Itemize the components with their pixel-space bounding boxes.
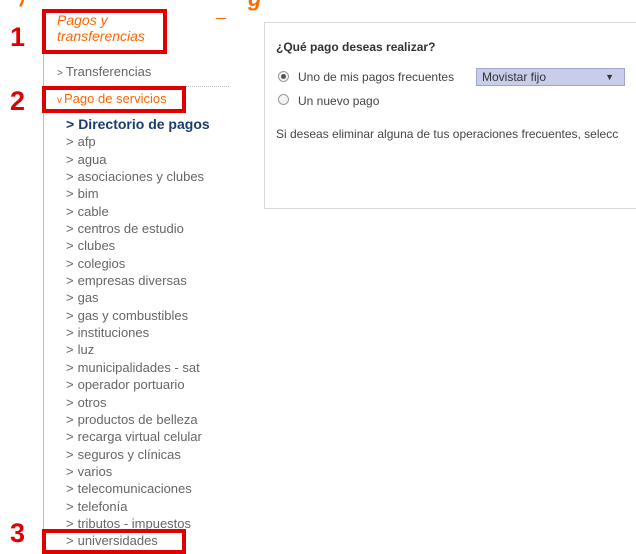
sub-item-label: agua — [77, 151, 107, 167]
chevron-right-icon: > — [66, 169, 74, 185]
sub-item-label: cable — [77, 203, 109, 219]
sub-item[interactable]: > telefonía — [66, 498, 241, 515]
radio-new-payment[interactable] — [278, 94, 289, 105]
sub-item-label: colegios — [77, 255, 126, 271]
info-text: Si deseas eliminar alguna de tus operaci… — [276, 127, 619, 141]
sub-item-label: gas — [77, 290, 99, 306]
chevron-right-icon: > — [66, 203, 74, 219]
chevron-right-icon: > — [66, 498, 74, 514]
sub-item[interactable]: > afp — [66, 133, 241, 150]
chevron-right-icon: > — [66, 429, 74, 445]
sub-item-label: luz — [77, 342, 95, 358]
sub-item[interactable]: > agua — [66, 151, 241, 168]
sub-item[interactable]: > municipalidades - sat — [66, 359, 241, 376]
sub-item-label: centros de estudio — [77, 221, 184, 237]
annotation-box — [42, 86, 186, 113]
annotation-number: 3 — [10, 518, 26, 548]
sub-item[interactable]: > colegios — [66, 255, 241, 272]
sub-item-label: varios — [77, 463, 113, 479]
chevron-right-icon: > — [66, 290, 74, 306]
panel-title: ¿Qué pago deseas realizar? — [276, 40, 436, 54]
chevron-right-icon: > — [66, 446, 74, 462]
sub-item[interactable]: > seguros y clínicas — [66, 446, 241, 463]
services-list: > Directorio de pagos > afp > agua > asociacion… — [66, 116, 241, 550]
chevron-right-icon: > — [66, 394, 74, 410]
chevron-right-icon: > — [66, 359, 74, 375]
sub-item-label: productos de belleza — [77, 411, 198, 427]
sub-item[interactable]: > otros — [66, 394, 241, 411]
sub-item-label: telecomunicaciones — [77, 481, 192, 497]
sub-item-label: otros — [77, 394, 107, 410]
chevron-right-icon: > — [66, 221, 74, 237]
chevron-right-icon: > — [66, 238, 74, 254]
sub-item[interactable]: > cable — [66, 203, 241, 220]
sub-item-directorio-de-pagos[interactable]: > Directorio de pagos — [66, 116, 241, 133]
chevron-right-icon: > — [66, 481, 74, 497]
chevron-right-icon: > — [66, 325, 74, 341]
sub-item[interactable]: > telecomunicaciones — [66, 480, 241, 497]
sub-item[interactable]: > clubes — [66, 237, 241, 254]
sub-item-label: gas y combustibles — [77, 307, 189, 323]
sub-item[interactable]: > bim — [66, 185, 241, 202]
frequent-payment-select[interactable]: Movistar fijo ▼ — [476, 68, 625, 86]
chevron-right-icon: > — [66, 151, 74, 167]
chevron-right-icon: > — [66, 411, 74, 427]
header-fragment-glyph: / — [20, 0, 26, 12]
annotation-number: 2 — [10, 86, 26, 116]
chevron-right-icon: > — [66, 116, 75, 132]
sub-item-label: instituciones — [77, 325, 150, 341]
sidebar-item-transferencias[interactable]: > Transferencias — [57, 64, 151, 82]
dropdown-arrow-icon: ▼ — [605, 72, 614, 82]
select-value: Movistar fijo — [482, 70, 547, 84]
chevron-right-icon: > — [57, 68, 63, 79]
sub-item-label: empresas diversas — [77, 273, 187, 289]
chevron-right-icon: > — [66, 377, 74, 393]
sub-item[interactable]: > recarga virtual celular — [66, 428, 241, 445]
sub-item[interactable]: > gas y combustibles — [66, 307, 241, 324]
sidebar-item-label: Transferencias — [65, 64, 152, 79]
chevron-right-icon: > — [66, 186, 74, 202]
sub-item-label: bim — [77, 186, 99, 202]
sub-item[interactable]: > productos de belleza — [66, 411, 241, 428]
chevron-right-icon: > — [66, 307, 74, 323]
sub-item-label: recarga virtual celular — [77, 429, 202, 445]
chevron-right-icon: > — [66, 273, 74, 289]
chevron-right-icon: > — [66, 463, 74, 479]
annotation-number: 1 — [10, 22, 26, 52]
sub-item[interactable]: > luz — [66, 341, 241, 358]
sub-item-label: telefonía — [77, 498, 128, 514]
sub-item[interactable]: > empresas diversas — [66, 272, 241, 289]
chevron-right-icon: > — [66, 255, 74, 271]
annotation-box — [42, 529, 186, 554]
sub-item[interactable]: > varios — [66, 463, 241, 480]
chevron-right-icon: > — [66, 134, 74, 150]
sub-item-label: clubes — [77, 238, 116, 254]
sub-item-label: Directorio de pagos — [78, 116, 210, 132]
sub-item-label: seguros y clínicas — [77, 446, 181, 462]
sub-item-label: afp — [77, 134, 96, 150]
radio-label-frequent[interactable]: Uno de mis pagos frecuentes — [298, 70, 454, 84]
sub-item-label: municipalidades - sat — [77, 359, 200, 375]
radio-frequent-payment[interactable] — [278, 71, 289, 82]
sub-item-label: asociaciones y clubes — [77, 169, 205, 185]
sub-item-label: operador portuario — [77, 377, 185, 393]
chevron-right-icon: > — [66, 342, 74, 358]
sub-item[interactable]: > gas — [66, 289, 241, 306]
sub-item[interactable]: > centros de estudio — [66, 220, 241, 237]
sub-item[interactable]: > operador portuario — [66, 376, 241, 393]
sub-item[interactable]: > asociaciones y clubes — [66, 168, 241, 185]
sub-item[interactable]: > instituciones — [66, 324, 241, 341]
collapse-icon[interactable] — [216, 18, 226, 19]
annotation-box — [42, 9, 167, 54]
header-fragment-glyph: g — [248, 0, 261, 12]
radio-label-new[interactable]: Un nuevo pago — [298, 94, 379, 108]
